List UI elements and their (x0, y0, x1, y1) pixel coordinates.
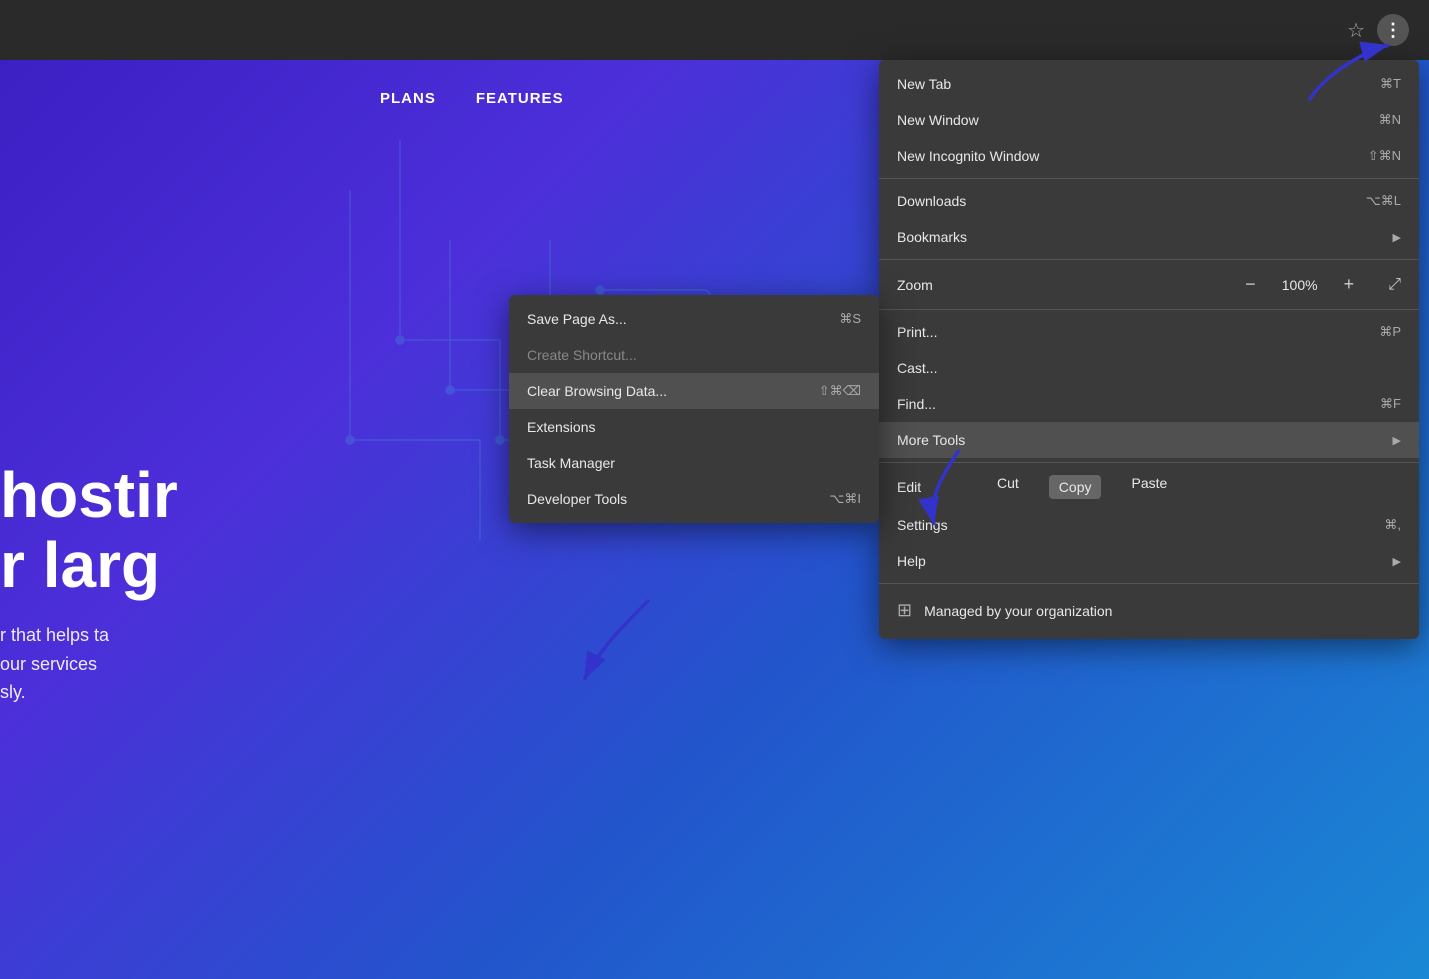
shortcut-incognito: ⇧⌘N (1368, 148, 1401, 164)
webpage-hero-text: hostir r larg r that helps ta our servic… (0, 460, 178, 707)
menu-label-help: Help (897, 553, 926, 569)
chrome-dropdown-menu: New Tab ⌘T New Window ⌘N New Incognito W… (879, 60, 1419, 639)
zoom-value-display: 100% (1280, 277, 1320, 293)
menu-label-settings: Settings (897, 517, 948, 533)
edit-row: Edit Cut Copy Paste (879, 467, 1419, 507)
shortcut-print: ⌘P (1379, 324, 1401, 340)
browser-top-bar: ☆ ⋮ (0, 0, 1429, 60)
menu-item-incognito[interactable]: New Incognito Window ⇧⌘N (879, 138, 1419, 174)
edit-actions: Cut Copy Paste (997, 475, 1167, 499)
fullscreen-button[interactable]: ⤢ (1388, 276, 1401, 294)
menu-label-cast: Cast... (897, 360, 937, 376)
paste-button[interactable]: Paste (1131, 475, 1167, 499)
shortcut-new-tab: ⌘T (1380, 76, 1401, 92)
shortcut-find: ⌘F (1380, 396, 1401, 412)
menu-item-print[interactable]: Print... ⌘P (879, 314, 1419, 350)
nav-features: FEATURES (476, 90, 564, 107)
managed-by-org-row[interactable]: ⊞ Managed by your organization (879, 588, 1419, 633)
shortcut-clear-browsing: ⇧⌘⌫ (819, 383, 861, 399)
menu-label-downloads: Downloads (897, 193, 966, 209)
zoom-label: Zoom (897, 277, 933, 293)
submenu-save-page[interactable]: Save Page As... ⌘S (509, 301, 879, 337)
menu-item-cast[interactable]: Cast... (879, 350, 1419, 386)
menu-item-help[interactable]: Help (879, 543, 1419, 579)
submenu-label-extensions: Extensions (527, 419, 595, 435)
webpage-nav: PLANS FEATURES (0, 60, 730, 137)
nav-plans: PLANS (380, 90, 436, 107)
zoom-plus-button[interactable]: + (1336, 272, 1363, 297)
bookmark-icon[interactable]: ☆ (1347, 18, 1365, 43)
chrome-menu-button[interactable]: ⋮ (1377, 14, 1409, 46)
zoom-minus-button[interactable]: − (1237, 272, 1264, 297)
menu-item-bookmarks[interactable]: Bookmarks (879, 219, 1419, 255)
submenu-task-manager[interactable]: Task Manager (509, 445, 879, 481)
submenu-create-shortcut[interactable]: Create Shortcut... (509, 337, 879, 373)
three-dots-icon: ⋮ (1384, 20, 1402, 41)
shortcut-downloads: ⌥⌘L (1366, 193, 1401, 209)
menu-label-incognito: New Incognito Window (897, 148, 1039, 164)
shortcut-settings: ⌘, (1384, 517, 1401, 533)
submenu-label-clear-browsing: Clear Browsing Data... (527, 383, 667, 399)
menu-item-settings[interactable]: Settings ⌘, (879, 507, 1419, 543)
menu-item-more-tools[interactable]: More Tools (879, 422, 1419, 458)
shortcut-save-page: ⌘S (839, 311, 861, 327)
menu-item-new-tab[interactable]: New Tab ⌘T (879, 66, 1419, 102)
copy-button[interactable]: Copy (1049, 475, 1102, 499)
menu-label-more-tools: More Tools (897, 432, 965, 448)
divider-2 (879, 259, 1419, 260)
managed-label: Managed by your organization (924, 603, 1112, 619)
cut-button[interactable]: Cut (997, 475, 1019, 499)
submenu-extensions[interactable]: Extensions (509, 409, 879, 445)
submenu-developer-tools[interactable]: Developer Tools ⌥⌘I (509, 481, 879, 517)
zoom-controls: − 100% + ⤢ (1237, 272, 1401, 297)
menu-label-bookmarks: Bookmarks (897, 229, 967, 245)
managed-icon: ⊞ (897, 600, 912, 621)
menu-label-new-window: New Window (897, 112, 979, 128)
hero-subtitle: r that helps ta our services sly. (0, 621, 178, 707)
divider-3 (879, 309, 1419, 310)
submenu-clear-browsing-data[interactable]: Clear Browsing Data... ⇧⌘⌫ (509, 373, 879, 409)
menu-label-new-tab: New Tab (897, 76, 951, 92)
divider-5 (879, 583, 1419, 584)
zoom-row: Zoom − 100% + ⤢ (879, 264, 1419, 305)
shortcut-developer-tools: ⌥⌘I (829, 491, 861, 507)
menu-item-downloads[interactable]: Downloads ⌥⌘L (879, 183, 1419, 219)
hero-title-line2: r larg (0, 530, 178, 600)
shortcut-new-window: ⌘N (1379, 112, 1401, 128)
edit-label: Edit (897, 479, 977, 495)
submenu-label-create-shortcut: Create Shortcut... (527, 347, 637, 363)
menu-label-find: Find... (897, 396, 936, 412)
divider-1 (879, 178, 1419, 179)
submenu-label-save-page: Save Page As... (527, 311, 627, 327)
hero-title-line1: hostir (0, 460, 178, 530)
menu-label-print: Print... (897, 324, 937, 340)
menu-item-find[interactable]: Find... ⌘F (879, 386, 1419, 422)
more-tools-submenu: Save Page As... ⌘S Create Shortcut... Cl… (509, 295, 879, 523)
divider-4 (879, 462, 1419, 463)
submenu-label-task-manager: Task Manager (527, 455, 615, 471)
submenu-label-developer-tools: Developer Tools (527, 491, 627, 507)
menu-item-new-window[interactable]: New Window ⌘N (879, 102, 1419, 138)
